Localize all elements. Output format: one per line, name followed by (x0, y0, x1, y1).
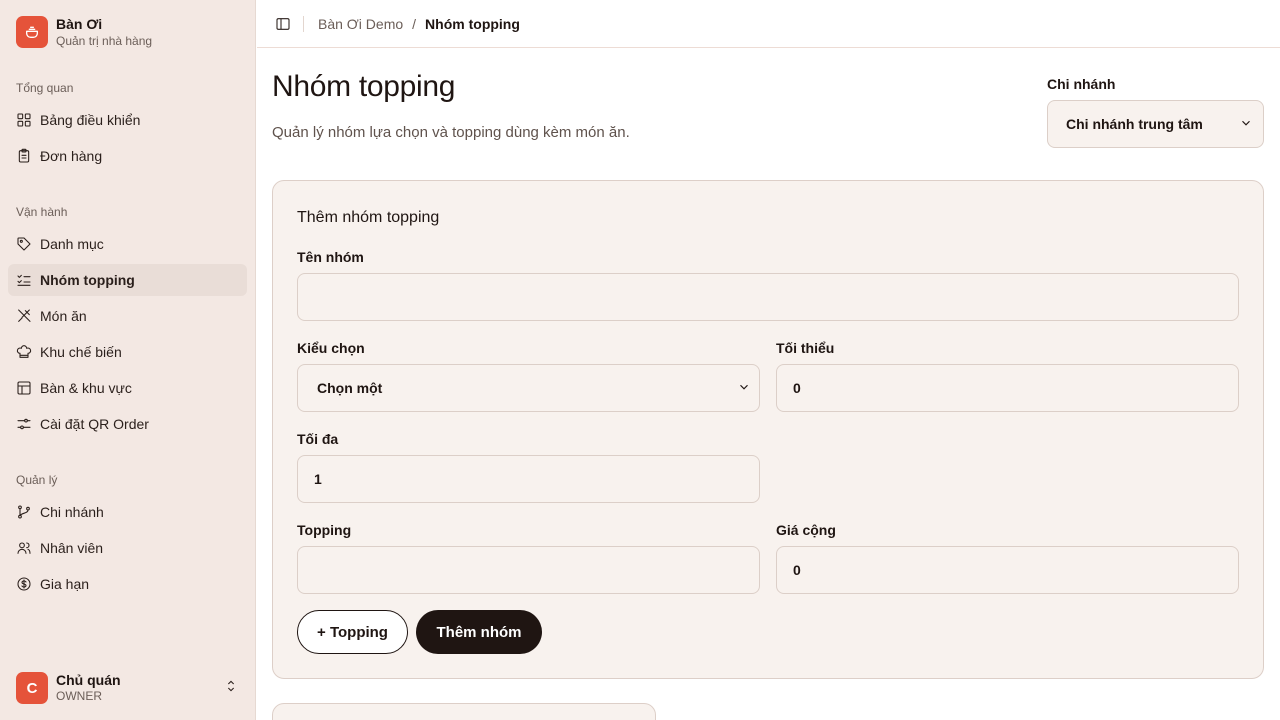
nav-section-overview: Tổng quan Bảng điều khiển Đơn hàng (8, 80, 247, 176)
select-type-value: Chọn một (317, 380, 383, 396)
chevron-down-icon (1239, 116, 1253, 133)
sidebar-item-label: Cài đặt QR Order (40, 416, 149, 432)
group-name-label: Tên nhóm (297, 249, 364, 265)
divider (303, 15, 304, 32)
extra-price-label: Giá cộng (776, 522, 836, 538)
group-name-input[interactable] (297, 273, 1239, 321)
sidebar-item-label: Nhóm topping (40, 272, 135, 288)
sidebar-item-renewal[interactable]: Gia hạn (8, 568, 247, 600)
sidebar-item-tables[interactable]: Bàn & khu vực (8, 372, 247, 404)
sidebar: Bàn Ơi Quản trị nhà hàng Tổng quan Bảng … (0, 0, 256, 720)
sidebar-item-branches[interactable]: Chi nhánh (8, 496, 247, 528)
nav-section-label: Quản lý (16, 473, 58, 487)
minimum-input[interactable]: 0 (776, 364, 1239, 412)
minimum-label: Tối thiểu (776, 340, 835, 356)
nav-section-operations: Vận hành Danh mục Nhóm topping Món ăn Kh… (8, 204, 247, 444)
breadcrumb-parent-link[interactable]: Bàn Ơi Demo (318, 16, 403, 32)
add-topping-group-card: Thêm nhóm topping Tên nhóm Kiểu chọn Chọ… (272, 180, 1264, 679)
topping-group-list-card (272, 703, 656, 720)
maximum-input[interactable]: 1 (297, 455, 760, 503)
card-title: Thêm nhóm topping (297, 209, 440, 226)
sidebar-item-label: Khu chế biến (40, 344, 122, 360)
sidebar-item-qr-settings[interactable]: Cài đặt QR Order (8, 408, 247, 440)
sidebar-item-label: Món ăn (40, 308, 87, 324)
clipboard-icon (16, 148, 32, 164)
brand[interactable]: Bàn Ơi Quản trị nhà hàng (16, 16, 153, 49)
branch-select[interactable]: Chi nhánh trung tâm (1047, 100, 1264, 148)
sidebar-item-label: Danh mục (40, 236, 104, 252)
sidebar-item-label: Bảng điều khiển (40, 112, 141, 128)
sidebar-item-orders[interactable]: Đơn hàng (8, 140, 247, 172)
sidebar-item-staff[interactable]: Nhân viên (8, 532, 247, 564)
table-icon (16, 380, 32, 396)
sidebar-item-label: Gia hạn (40, 576, 90, 592)
nav-section-management: Quản lý Chi nhánh Nhân viên Gia hạn (8, 472, 247, 604)
sliders-icon (16, 416, 32, 432)
nav-section-label: Vận hành (16, 205, 68, 219)
user-role: OWNER (56, 689, 102, 704)
git-branch-icon (16, 504, 32, 520)
topbar: Bàn Ơi Demo / Nhóm topping (257, 0, 1280, 48)
user-name: Chủ quán (56, 671, 121, 688)
sidebar-item-label: Chi nhánh (40, 504, 104, 520)
brand-subtitle: Quản trị nhà hàng (56, 33, 153, 48)
sidebar-item-topping-groups[interactable]: Nhóm topping (8, 264, 247, 296)
sidebar-item-dashboard[interactable]: Bảng điều khiển (8, 104, 247, 136)
utensils-icon (16, 308, 32, 324)
add-group-button[interactable]: Thêm nhóm (416, 610, 542, 654)
breadcrumb: Bàn Ơi Demo / Nhóm topping (318, 16, 520, 32)
branch-label: Chi nhánh (1047, 76, 1116, 92)
list-check-icon (16, 272, 32, 288)
page-description: Quản lý nhóm lựa chọn và topping dùng kè… (272, 124, 630, 141)
nav-section-label: Tổng quan (16, 81, 74, 95)
add-topping-button[interactable]: + Topping (297, 610, 408, 654)
extra-price-input[interactable]: 0 (776, 546, 1239, 594)
restaurant-logo-icon (16, 16, 48, 49)
chevron-down-icon (737, 380, 751, 397)
grid-icon (16, 112, 32, 128)
sidebar-item-label: Bàn & khu vực (40, 380, 132, 396)
user-menu[interactable]: C Chủ quán OWNER (8, 664, 247, 712)
select-type-select[interactable]: Chọn một (297, 364, 760, 412)
breadcrumb-separator: / (412, 15, 417, 32)
users-icon (16, 540, 32, 556)
chef-hat-icon (16, 344, 32, 360)
sidebar-toggle-icon[interactable] (273, 14, 293, 34)
dollar-circle-icon (16, 576, 32, 592)
tag-icon (16, 236, 32, 252)
sidebar-item-kitchen[interactable]: Khu chế biến (8, 336, 247, 368)
sidebar-item-dishes[interactable]: Món ăn (8, 300, 247, 332)
avatar: C (16, 672, 48, 704)
topping-label: Topping (297, 522, 352, 538)
branch-selected-value: Chi nhánh trung tâm (1066, 116, 1203, 132)
chevrons-up-down-icon (223, 678, 239, 699)
sidebar-item-categories[interactable]: Danh mục (8, 228, 247, 260)
sidebar-item-label: Nhân viên (40, 540, 104, 556)
topping-input[interactable] (297, 546, 760, 594)
select-type-label: Kiểu chọn (297, 340, 365, 356)
breadcrumb-current: Nhóm topping (425, 15, 520, 32)
brand-name: Bàn Ơi (56, 16, 103, 32)
page-title: Nhóm topping (272, 70, 456, 103)
maximum-label: Tối đa (297, 431, 339, 447)
sidebar-item-label: Đơn hàng (40, 148, 103, 164)
